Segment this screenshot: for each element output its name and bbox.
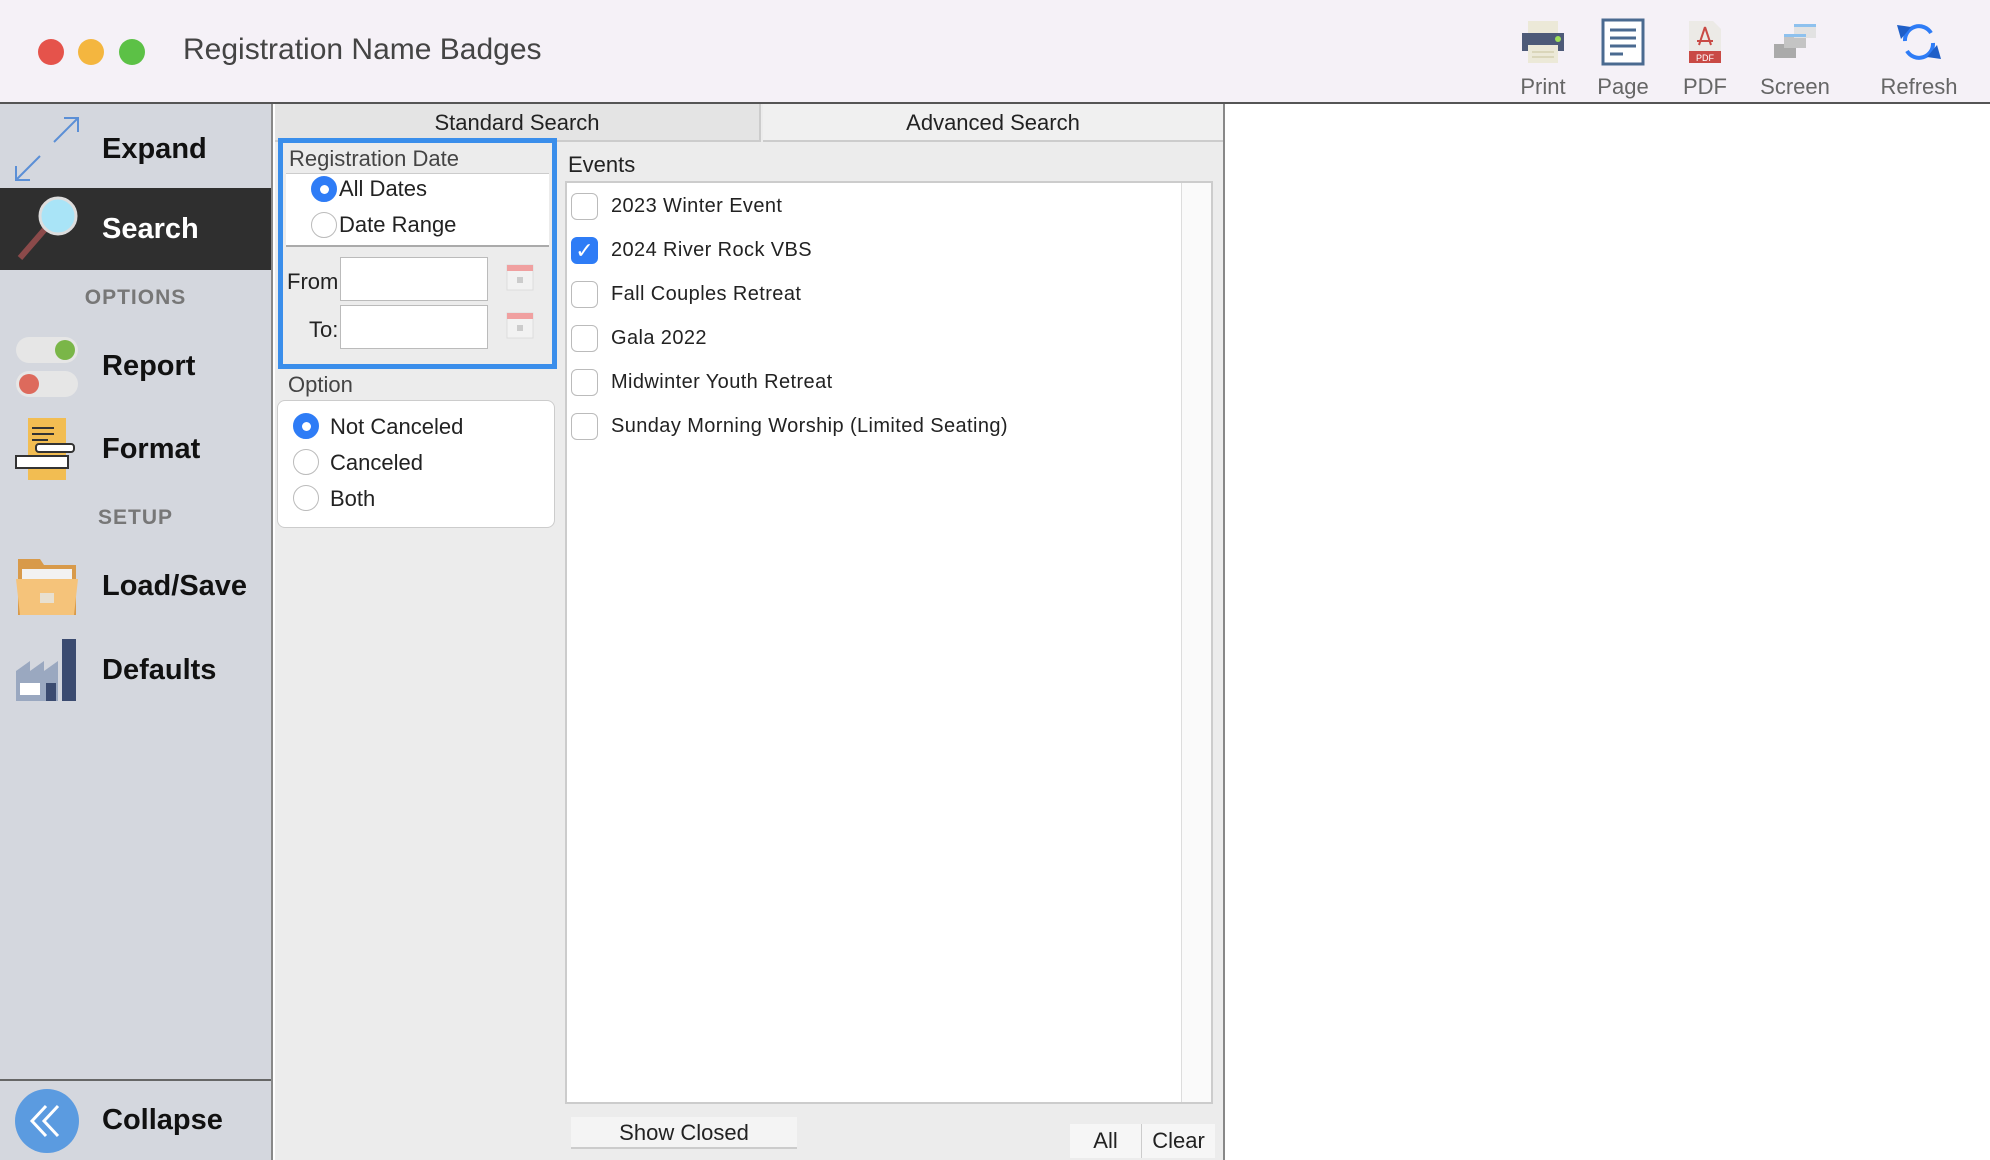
title-bar: Registration Name Badges Print Page PDF … bbox=[0, 0, 1990, 104]
report-preview-area bbox=[1227, 106, 1990, 1160]
clear-button[interactable]: Clear bbox=[1142, 1124, 1215, 1158]
event-checkbox[interactable]: ✓ bbox=[571, 237, 598, 264]
event-label: Sunday Morning Worship (Limited Seating) bbox=[611, 415, 1008, 437]
sidebar-item-defaults[interactable]: Defaults bbox=[0, 629, 271, 711]
option-radio-group: Not Canceled Canceled Both bbox=[277, 400, 555, 528]
sidebar-label: Search bbox=[102, 212, 199, 245]
from-label: From: bbox=[287, 269, 345, 294]
radio-canceled[interactable] bbox=[293, 449, 319, 475]
radio-both[interactable] bbox=[293, 485, 319, 511]
sidebar-item-search[interactable]: Search bbox=[0, 188, 271, 270]
to-date-input[interactable] bbox=[340, 305, 488, 349]
section-header-options: OPTIONS bbox=[84, 286, 187, 309]
magnifier-icon bbox=[12, 194, 82, 264]
sidebar-label: Collapse bbox=[102, 1104, 223, 1136]
search-panel: Standard Search Advanced Search Registra… bbox=[275, 104, 1225, 1160]
both-label: Both bbox=[330, 486, 376, 511]
event-label: Midwinter Youth Retreat bbox=[611, 371, 833, 393]
canceled-label: Canceled bbox=[330, 450, 423, 475]
to-label: To: bbox=[309, 317, 339, 342]
show-closed-button[interactable]: Show Closed bbox=[571, 1117, 797, 1149]
toggle-switches-icon bbox=[12, 331, 82, 401]
date-range-label: Date Range bbox=[339, 212, 457, 237]
pdf-icon: PDF bbox=[1660, 14, 1750, 70]
section-header-setup: SETUP bbox=[97, 506, 173, 529]
page-icon bbox=[1578, 14, 1668, 70]
calendar-icon[interactable] bbox=[506, 261, 534, 291]
factory-icon bbox=[12, 635, 82, 705]
events-label: Events bbox=[568, 152, 636, 177]
screen-button[interactable]: Screen bbox=[1750, 14, 1840, 100]
event-checkbox[interactable] bbox=[571, 325, 598, 352]
event-checkbox[interactable] bbox=[571, 413, 598, 440]
sidebar-label: Report bbox=[102, 349, 196, 382]
collapse-chevron-icon bbox=[12, 1086, 82, 1156]
sidebar-item-format[interactable]: Format bbox=[0, 408, 271, 490]
folder-icon bbox=[12, 551, 82, 621]
registration-date-group: Registration Date All Dates Date Range F… bbox=[278, 138, 557, 369]
svg-text:PDF: PDF bbox=[1696, 53, 1715, 63]
event-checkbox[interactable] bbox=[571, 193, 598, 220]
pdf-button[interactable]: PDF PDF bbox=[1660, 14, 1750, 100]
refresh-button[interactable]: Refresh bbox=[1874, 14, 1964, 100]
sidebar-item-expand[interactable]: Expand bbox=[0, 108, 271, 190]
refresh-label: Refresh bbox=[1880, 74, 1958, 99]
calendar-icon[interactable] bbox=[506, 309, 534, 339]
radio-all-dates[interactable] bbox=[311, 176, 337, 202]
event-checkbox[interactable] bbox=[571, 369, 598, 396]
page-label: Page bbox=[1597, 74, 1649, 99]
sidebar-label: Format bbox=[102, 432, 201, 465]
event-checkbox[interactable] bbox=[571, 281, 598, 308]
event-label: Fall Couples Retreat bbox=[611, 283, 802, 305]
radio-not-canceled[interactable] bbox=[293, 413, 319, 439]
not-canceled-label: Not Canceled bbox=[330, 414, 464, 439]
registration-date-label: Registration Date bbox=[289, 146, 459, 171]
expand-arrows-icon bbox=[12, 114, 82, 184]
minimize-window-button[interactable] bbox=[78, 39, 104, 65]
select-all-button[interactable]: All bbox=[1070, 1124, 1142, 1158]
sidebar: Expand Search OPTIONS Report Format SETU… bbox=[0, 104, 273, 1160]
page-button[interactable]: Page bbox=[1578, 14, 1668, 100]
print-button[interactable]: Print bbox=[1498, 14, 1588, 100]
events-list: 2023 Winter Event ✓ 2024 River Rock VBS Fal… bbox=[565, 181, 1213, 1104]
all-dates-label: All Dates bbox=[339, 176, 428, 201]
sidebar-label: Load/Save bbox=[102, 569, 248, 602]
tab-advanced-search[interactable]: Advanced Search bbox=[763, 104, 1223, 142]
from-date-input[interactable] bbox=[340, 257, 488, 301]
refresh-icon bbox=[1874, 14, 1964, 70]
date-mode-radios: All Dates Date Range bbox=[286, 173, 549, 247]
sidebar-item-report[interactable]: Report bbox=[0, 325, 271, 407]
events-scrollbar[interactable] bbox=[1181, 183, 1211, 1102]
window-title: Registration Name Badges bbox=[183, 33, 542, 66]
sidebar-item-collapse[interactable]: Collapse bbox=[0, 1079, 271, 1160]
zoom-window-button[interactable] bbox=[119, 39, 145, 65]
screen-label: Screen bbox=[1760, 74, 1830, 99]
format-ruler-icon bbox=[12, 414, 82, 484]
pdf-label: PDF bbox=[1683, 74, 1727, 99]
event-label: 2023 Winter Event bbox=[611, 195, 783, 217]
sidebar-label: Expand bbox=[102, 132, 207, 165]
print-label: Print bbox=[1520, 74, 1566, 99]
option-label: Option bbox=[288, 372, 353, 397]
screen-icon bbox=[1750, 14, 1840, 70]
close-window-button[interactable] bbox=[38, 39, 64, 65]
sidebar-label: Defaults bbox=[102, 653, 217, 686]
sidebar-item-load-save[interactable]: Load/Save bbox=[0, 545, 271, 627]
event-label: 2024 River Rock VBS bbox=[611, 239, 813, 261]
radio-date-range[interactable] bbox=[311, 212, 337, 238]
tab-standard-search[interactable]: Standard Search bbox=[275, 104, 761, 142]
event-label: Gala 2022 bbox=[611, 327, 707, 349]
printer-icon bbox=[1498, 14, 1588, 70]
